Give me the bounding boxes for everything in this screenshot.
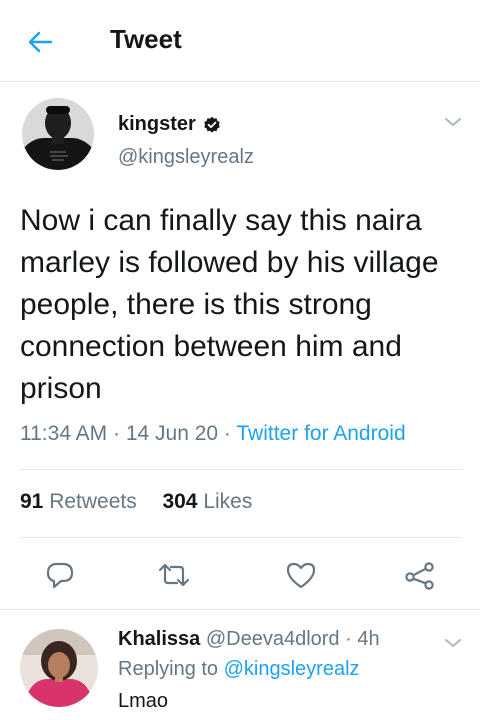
author-avatar[interactable] bbox=[22, 98, 94, 170]
chevron-down-icon bbox=[445, 118, 461, 126]
page-title: Tweet bbox=[110, 24, 182, 54]
retweet-icon bbox=[158, 563, 190, 587]
replying-to: Replying to @kingsleyrealz bbox=[118, 658, 360, 681]
top-bar: Tweet bbox=[0, 0, 480, 82]
replying-to-mention[interactable]: @kingsleyrealz bbox=[224, 658, 360, 680]
chevron-down-icon bbox=[445, 639, 461, 647]
tweet-actions bbox=[0, 538, 480, 610]
reply-time: 4h bbox=[357, 628, 380, 650]
reply-avatar[interactable] bbox=[20, 629, 98, 707]
author-handle[interactable]: @kingsleyrealz bbox=[118, 146, 254, 169]
reply-tweet[interactable]: Khalissa @Deeva4dlord · 4h Replying to @… bbox=[0, 611, 480, 720]
reply-more-options-button[interactable] bbox=[440, 633, 466, 653]
badge-icon bbox=[204, 116, 220, 133]
reply-header: Khalissa @Deeva4dlord · 4h bbox=[118, 628, 380, 651]
back-button[interactable] bbox=[22, 24, 58, 60]
tweet-date: 14 Jun 20 bbox=[125, 422, 219, 445]
tweet-meta: 11:34 AM · 14 Jun 20 · Twitter for Andro… bbox=[20, 422, 406, 446]
reply-author-handle[interactable]: @Deeva4dlord bbox=[206, 628, 340, 650]
tweet-text: Now i can finally say this naira marley … bbox=[20, 204, 439, 405]
retweets-count: 91 bbox=[20, 490, 44, 513]
meta-separator: · bbox=[218, 422, 237, 445]
retweets-stat[interactable]: 91 Retweets bbox=[20, 490, 137, 513]
likes-count: 304 bbox=[162, 490, 198, 513]
author-name[interactable]: kingster bbox=[118, 113, 221, 136]
divider bbox=[20, 469, 462, 470]
retweet-button[interactable] bbox=[157, 558, 191, 592]
tweet-source-link[interactable]: Twitter for Android bbox=[236, 422, 405, 445]
author-display-name: kingster bbox=[118, 113, 196, 135]
share-icon bbox=[405, 562, 434, 590]
tweet-author: kingster @kingsleyrealz bbox=[0, 82, 480, 192]
reply-author-name[interactable]: Khalissa bbox=[118, 628, 200, 650]
reply-separator: · bbox=[339, 628, 358, 650]
reply-text: Lmao bbox=[118, 690, 169, 712]
likes-stat[interactable]: 304 Likes bbox=[162, 490, 252, 513]
retweets-label: Retweets bbox=[49, 490, 137, 513]
share-button[interactable] bbox=[403, 558, 437, 592]
tweet-stats: 91 Retweets 304 Likes bbox=[20, 490, 252, 514]
likes-label: Likes bbox=[203, 490, 253, 513]
more-options-button[interactable] bbox=[440, 112, 466, 132]
heart-icon bbox=[286, 562, 316, 589]
tweet-time: 11:34 AM bbox=[20, 422, 108, 445]
like-button[interactable] bbox=[284, 558, 318, 592]
replying-to-label: Replying to bbox=[118, 658, 219, 680]
meta-separator: · bbox=[107, 422, 126, 445]
reply-button[interactable] bbox=[43, 558, 77, 592]
arrow-left-icon bbox=[28, 31, 53, 53]
reply-icon bbox=[46, 562, 74, 589]
